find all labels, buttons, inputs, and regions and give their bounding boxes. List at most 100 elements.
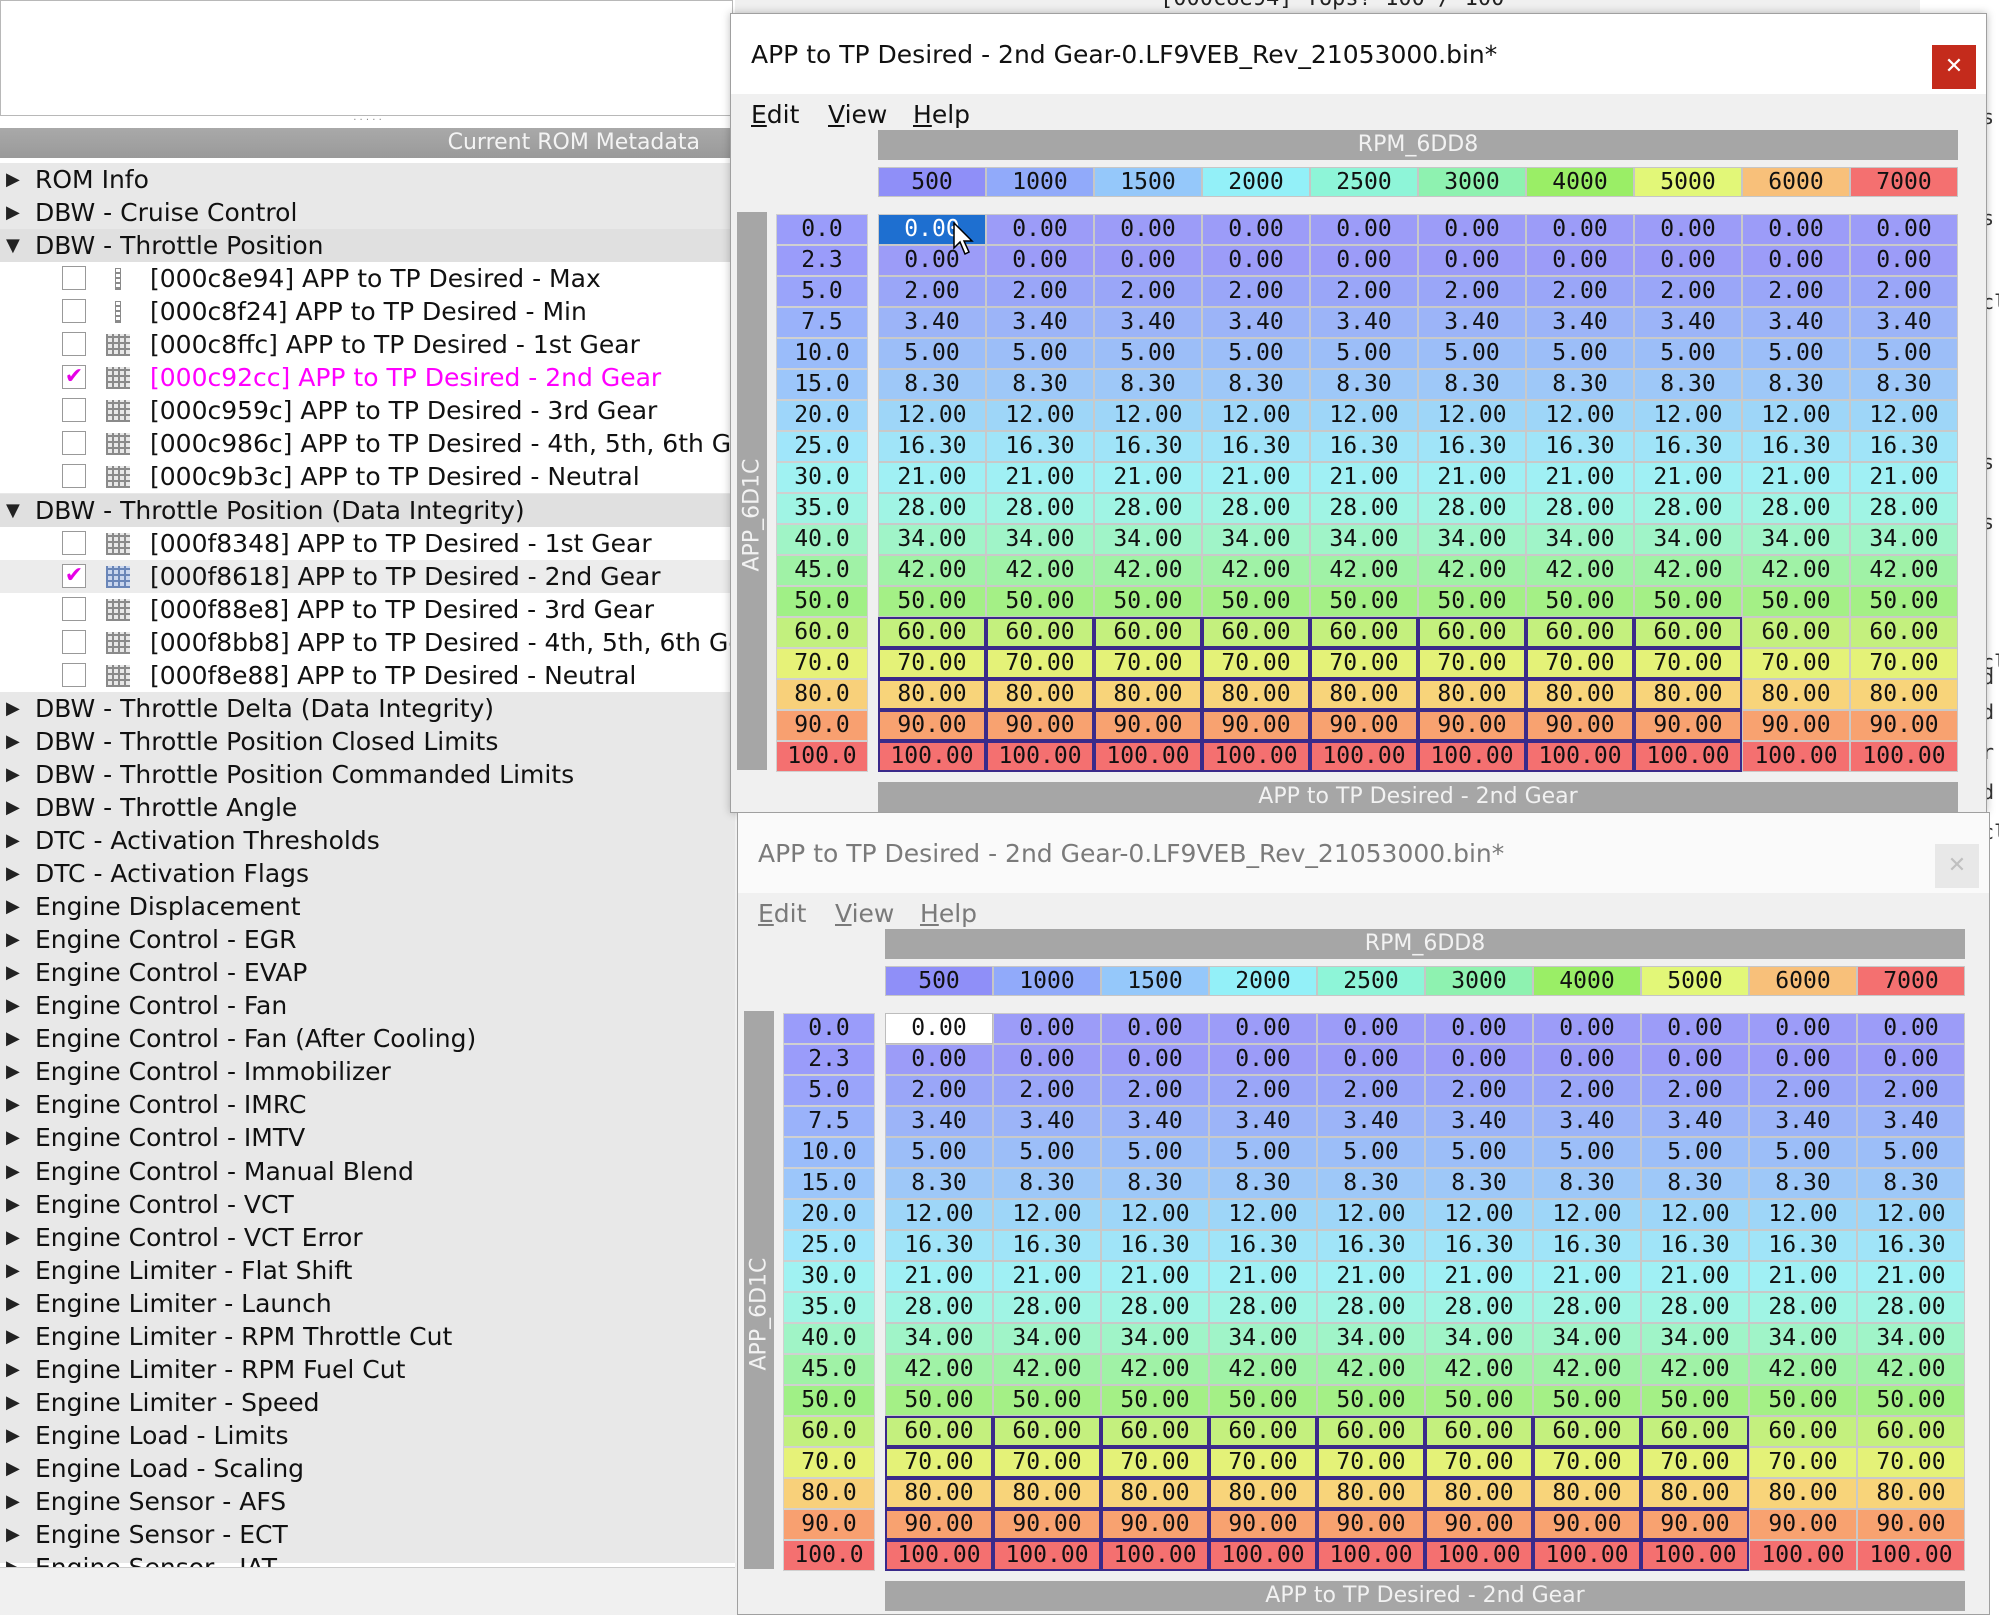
table-cell[interactable]: 0.00 (1526, 245, 1634, 276)
collapsed-arrow-icon[interactable]: ▶ (6, 1419, 26, 1452)
tree-leaf[interactable]: [000f8348] APP to TP Desired - 1st Gear (0, 526, 735, 560)
table-cell[interactable]: 2.00 (1857, 1075, 1965, 1106)
table-cell[interactable]: 16.30 (1202, 431, 1310, 462)
table-cell[interactable]: 3.40 (993, 1106, 1101, 1137)
table-cell[interactable]: 5.00 (1317, 1137, 1425, 1168)
table-cell[interactable]: 70.00 (1526, 648, 1634, 679)
table-cell[interactable]: 34.00 (878, 524, 986, 555)
table-cell[interactable]: 34.00 (1641, 1323, 1749, 1354)
tree-category[interactable]: ▶ Engine Limiter - RPM Fuel Cut (0, 1353, 735, 1386)
table-cell[interactable]: 34.00 (1310, 524, 1418, 555)
table-cell[interactable]: 28.00 (1850, 493, 1958, 524)
table-cell[interactable]: 100.00 (1749, 1540, 1857, 1571)
table-cell[interactable]: 8.30 (1418, 369, 1526, 400)
table-cell[interactable]: 0.00 (1526, 214, 1634, 245)
table-cell[interactable]: 21.00 (1317, 1261, 1425, 1292)
table-cell[interactable]: 70.00 (1209, 1447, 1317, 1478)
table-cell[interactable]: 2.00 (1742, 276, 1850, 307)
tree-category[interactable]: ▶ Engine Control - EVAP (0, 956, 735, 989)
table-cell[interactable]: 8.30 (1317, 1168, 1425, 1199)
table-cell[interactable]: 16.30 (1101, 1230, 1209, 1261)
tree-leaf[interactable]: [000c8e94] APP to TP Desired - Max (0, 262, 735, 296)
table-cell[interactable]: 90.00 (1209, 1509, 1317, 1540)
table-cell[interactable]: 5.00 (986, 338, 1094, 369)
table-cell[interactable]: 80.00 (1209, 1478, 1317, 1509)
table-cell[interactable]: 0.00 (993, 1013, 1101, 1044)
table-cell[interactable]: 34.00 (1533, 1323, 1641, 1354)
table-cell[interactable]: 80.00 (1634, 679, 1742, 710)
table-cell[interactable]: 21.00 (1850, 462, 1958, 493)
table-cell[interactable]: 0.00 (1101, 1044, 1209, 1075)
title-bar[interactable]: APP to TP Desired - 2nd Gear-0.LF9VEB_Re… (731, 14, 1986, 94)
table-cell[interactable]: 2.00 (1749, 1075, 1857, 1106)
table-cell[interactable]: 80.00 (1641, 1478, 1749, 1509)
tree-checkbox[interactable] (62, 629, 86, 654)
table-cell[interactable]: 90.00 (1749, 1509, 1857, 1540)
tree-checkbox[interactable] (62, 332, 86, 357)
table-cell[interactable]: 16.30 (1749, 1230, 1857, 1261)
table-cell[interactable]: 42.00 (1094, 555, 1202, 586)
expanded-arrow-icon[interactable]: ▼ (6, 229, 26, 262)
table-cell[interactable]: 0.00 (986, 214, 1094, 245)
table-cell[interactable]: 12.00 (1641, 1199, 1749, 1230)
tree-category[interactable]: ▶ Engine Load - Scaling (0, 1452, 735, 1485)
table-cell[interactable]: 80.00 (1317, 1478, 1425, 1509)
table-cell[interactable]: 2.00 (1202, 276, 1310, 307)
table-cell[interactable]: 0.00 (1425, 1044, 1533, 1075)
table-cell[interactable]: 70.00 (1641, 1447, 1749, 1478)
table-cell[interactable]: 0.00 (1310, 245, 1418, 276)
table-cell[interactable]: 42.00 (1202, 555, 1310, 586)
collapsed-arrow-icon[interactable]: ▶ (6, 923, 26, 956)
table-cell[interactable]: 42.00 (1209, 1354, 1317, 1385)
table-cell[interactable]: 34.00 (1857, 1323, 1965, 1354)
table-cell[interactable]: 16.30 (1418, 431, 1526, 462)
table-cell[interactable]: 2.00 (993, 1075, 1101, 1106)
table-cell[interactable]: 0.00 (1317, 1013, 1425, 1044)
collapsed-arrow-icon[interactable]: ▶ (6, 824, 26, 857)
table-cell[interactable]: 5.00 (1094, 338, 1202, 369)
table-cell[interactable]: 50.00 (1094, 586, 1202, 617)
tree-category[interactable]: ▶ DTC - Activation Flags (0, 857, 735, 890)
table-cell[interactable]: 21.00 (885, 1261, 993, 1292)
table-cell[interactable]: 3.40 (878, 307, 986, 338)
table-cell[interactable]: 100.00 (878, 741, 986, 772)
splitter-grip[interactable]: · · · · · (0, 116, 735, 126)
table-cell[interactable]: 16.30 (986, 431, 1094, 462)
table-cell[interactable]: 100.00 (1526, 741, 1634, 772)
table-cell[interactable]: 8.30 (1526, 369, 1634, 400)
table-cell[interactable]: 3.40 (1418, 307, 1526, 338)
table-cell[interactable]: 42.00 (1749, 1354, 1857, 1385)
table-cell[interactable]: 0.00 (993, 1044, 1101, 1075)
table-cell[interactable]: 42.00 (986, 555, 1094, 586)
table-cell[interactable]: 34.00 (1850, 524, 1958, 555)
table-cell[interactable]: 60.00 (1310, 617, 1418, 648)
table-cell[interactable]: 100.00 (1101, 1540, 1209, 1571)
tree-category[interactable]: ▶ Engine Limiter - Flat Shift (0, 1254, 735, 1287)
tree-checkbox[interactable] (62, 398, 86, 423)
tree-leaf[interactable]: [000f88e8] APP to TP Desired - 3rd Gear (0, 592, 735, 626)
collapsed-arrow-icon[interactable]: ▶ (6, 1452, 26, 1485)
table-cell[interactable]: 21.00 (1641, 1261, 1749, 1292)
table-cell[interactable]: 21.00 (1526, 462, 1634, 493)
table-cell[interactable]: 60.00 (885, 1416, 993, 1447)
table-cell[interactable]: 90.00 (1526, 710, 1634, 741)
tree-checkbox[interactable] (62, 596, 86, 621)
table-cell[interactable]: 42.00 (1850, 555, 1958, 586)
table-cell[interactable]: 90.00 (878, 710, 986, 741)
table-cell[interactable]: 50.00 (1641, 1385, 1749, 1416)
table-cell[interactable]: 90.00 (1425, 1509, 1533, 1540)
table-cell[interactable]: 90.00 (885, 1509, 993, 1540)
table-cell[interactable]: 42.00 (878, 555, 986, 586)
table-cell[interactable]: 50.00 (1209, 1385, 1317, 1416)
tree-leaf[interactable]: [000c986c] APP to TP Desired - 4th, 5th,… (0, 427, 735, 461)
collapsed-arrow-icon[interactable]: ▶ (6, 1221, 26, 1254)
table-cell[interactable]: 16.30 (1310, 431, 1418, 462)
table-cell[interactable]: 3.40 (1850, 307, 1958, 338)
table-cell[interactable]: 100.00 (1317, 1540, 1425, 1571)
collapsed-arrow-icon[interactable]: ▶ (6, 1518, 26, 1551)
table-cell[interactable]: 16.30 (1425, 1230, 1533, 1261)
menu-edit[interactable]: Edit (758, 899, 806, 928)
table-cell[interactable]: 12.00 (1209, 1199, 1317, 1230)
table-cell[interactable]: 3.40 (1317, 1106, 1425, 1137)
table-cell[interactable]: 16.30 (1641, 1230, 1749, 1261)
